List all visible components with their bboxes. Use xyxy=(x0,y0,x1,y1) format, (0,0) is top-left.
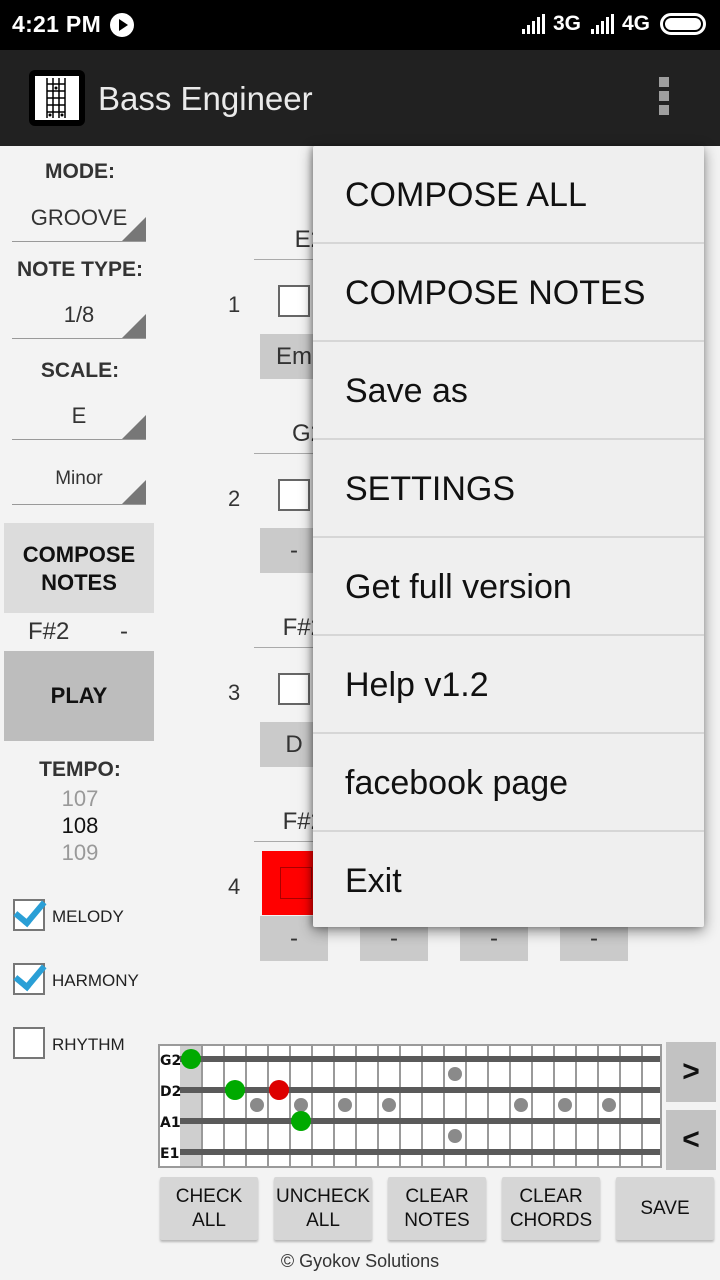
dropdown-triangle-icon xyxy=(122,217,146,241)
tempo-next[interactable]: 109 xyxy=(0,840,160,866)
signal-icon xyxy=(590,14,614,34)
network-type-2: 4G xyxy=(621,12,650,35)
melody-label: MELODY xyxy=(52,907,124,926)
app-logo-icon xyxy=(29,70,85,126)
string-label: A1 xyxy=(160,1115,181,1131)
note-marker[interactable] xyxy=(291,1111,311,1131)
button-line1: CHECK xyxy=(175,1185,243,1207)
scale-label: SCALE: xyxy=(40,359,120,382)
inlay-dot xyxy=(558,1098,572,1112)
status-icons: 3G 4G xyxy=(521,12,706,36)
tempo-prev[interactable]: 107 xyxy=(0,786,160,812)
menu-item-help[interactable]: Help v1.2 xyxy=(313,636,704,734)
status-bar: 4:21 PM 3G 4G xyxy=(0,0,720,50)
next-position-button[interactable]: > xyxy=(666,1042,716,1102)
overflow-menu-icon[interactable] xyxy=(655,77,673,121)
action-bar: Bass Engineer xyxy=(0,50,720,146)
string-label: E1 xyxy=(160,1146,179,1162)
string-label: G2 xyxy=(160,1053,181,1069)
network-type-1: 3G xyxy=(552,12,581,35)
rhythm-checkbox[interactable] xyxy=(13,1027,45,1059)
harmony-checkbox[interactable] xyxy=(13,963,45,995)
note-type-label: NOTE TYPE: xyxy=(16,258,143,281)
clear-chords-button[interactable]: CLEAR CHORDS xyxy=(502,1177,600,1240)
compose-notes-button[interactable]: COMPOSE NOTES xyxy=(4,523,154,613)
mode-label: MODE: xyxy=(45,160,115,183)
app-title: Bass Engineer xyxy=(98,80,313,117)
fretboard[interactable]: G2 D2 A1 E1 xyxy=(158,1044,662,1168)
copyright-footer: © Gyokov Solutions xyxy=(280,1251,440,1271)
melody-checkbox[interactable] xyxy=(13,899,45,931)
inlay-dot xyxy=(250,1098,264,1112)
note-type-spinner[interactable]: 1/8 xyxy=(12,294,146,339)
inlay-dot xyxy=(382,1098,396,1112)
string-label: D2 xyxy=(160,1084,181,1100)
tempo-current[interactable]: 108 xyxy=(0,813,160,839)
button-line1: SAVE xyxy=(640,1197,690,1219)
button-line2: ALL xyxy=(192,1209,226,1231)
harmony-label: HARMONY xyxy=(52,971,139,990)
measure-number: 1 xyxy=(228,292,241,317)
compose-notes-line2: NOTES xyxy=(41,570,117,595)
dropdown-triangle-icon xyxy=(122,480,146,504)
save-button[interactable]: SAVE xyxy=(616,1177,714,1240)
inlay-dot xyxy=(448,1129,462,1143)
play-button[interactable]: PLAY xyxy=(4,651,154,741)
scale-type-spinner[interactable]: Minor xyxy=(12,460,146,505)
menu-item-compose-all[interactable]: COMPOSE ALL xyxy=(313,146,704,244)
clear-notes-button[interactable]: CLEAR NOTES xyxy=(388,1177,486,1240)
current-chord: - xyxy=(120,618,128,645)
button-line2: ALL xyxy=(306,1209,340,1231)
inlay-dot xyxy=(514,1098,528,1112)
uncheck-all-button[interactable]: UNCHECK ALL xyxy=(274,1177,372,1240)
check-all-button[interactable]: CHECK ALL xyxy=(160,1177,258,1240)
note-marker[interactable] xyxy=(269,1080,289,1100)
tempo-label: TEMPO: xyxy=(39,758,121,781)
menu-item-get-full-version[interactable]: Get full version xyxy=(313,538,704,636)
overflow-menu: COMPOSE ALL COMPOSE NOTES Save as SETTIN… xyxy=(313,146,704,927)
inlay-dot xyxy=(338,1098,352,1112)
media-play-icon xyxy=(110,13,134,37)
measure-number: 3 xyxy=(228,680,241,705)
measure-number: 4 xyxy=(228,874,241,899)
fretboard-canvas[interactable]: G2 D2 A1 E1 xyxy=(160,1046,660,1166)
menu-item-save-as[interactable]: Save as xyxy=(313,342,704,440)
button-line1: CLEAR xyxy=(519,1185,583,1207)
mode-spinner[interactable]: GROOVE xyxy=(12,197,146,242)
button-line2: NOTES xyxy=(404,1209,470,1231)
note-marker[interactable] xyxy=(181,1049,201,1069)
signal-icon xyxy=(521,14,545,34)
compose-notes-line1: COMPOSE xyxy=(22,542,136,567)
dropdown-triangle-icon xyxy=(122,415,146,439)
dropdown-triangle-icon xyxy=(122,314,146,338)
button-line1: CLEAR xyxy=(405,1185,469,1207)
button-line1: UNCHECK xyxy=(276,1185,370,1207)
status-time: 4:21 PM xyxy=(12,11,102,37)
menu-item-compose-notes[interactable]: COMPOSE NOTES xyxy=(313,244,704,342)
menu-item-exit[interactable]: Exit xyxy=(313,832,704,930)
prev-position-button[interactable]: < xyxy=(666,1110,716,1170)
inlay-dot xyxy=(448,1067,462,1081)
battery-icon xyxy=(660,13,706,35)
scale-root-spinner[interactable]: E xyxy=(12,395,146,440)
button-line2: CHORDS xyxy=(509,1209,593,1231)
current-note: F#2 xyxy=(28,618,70,645)
rhythm-label: RHYTHM xyxy=(52,1035,125,1054)
menu-item-settings[interactable]: SETTINGS xyxy=(313,440,704,538)
menu-item-facebook-page[interactable]: facebook page xyxy=(313,734,704,832)
inlay-dot xyxy=(294,1098,308,1112)
note-marker[interactable] xyxy=(225,1080,245,1100)
inlay-dot xyxy=(602,1098,616,1112)
measure-number: 2 xyxy=(228,486,241,511)
